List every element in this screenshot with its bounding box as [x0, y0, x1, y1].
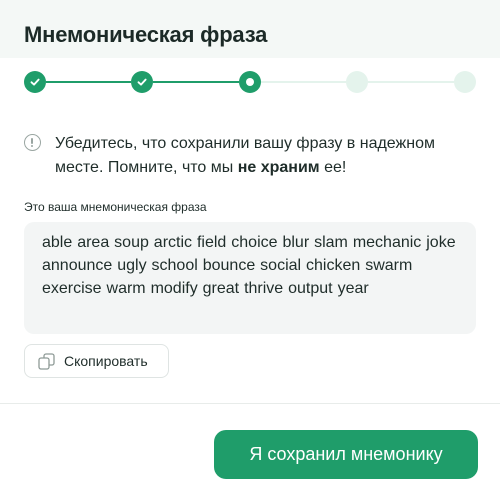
warning-text-end: ее! — [319, 159, 347, 176]
check-icon — [30, 78, 40, 86]
page-title: Мнемоническая фраза — [24, 22, 268, 47]
warning-text: Убедитесь, что сохранили вашу фразу в на… — [55, 132, 484, 180]
step-connector-3 — [261, 81, 346, 83]
check-icon — [137, 78, 147, 86]
step-5 — [454, 71, 476, 93]
step-1 — [24, 71, 46, 93]
step-connector-1 — [46, 81, 131, 83]
info-icon — [24, 134, 41, 151]
copy-icon — [38, 352, 55, 370]
warning-notice: Убедитесь, что сохранили вашу фразу в на… — [24, 132, 484, 180]
mnemonic-page: Мнемоническая фраза Убедитесь, что сохра… — [0, 0, 500, 480]
step-3 — [239, 71, 261, 93]
progress-stepper — [0, 58, 500, 106]
phrase-box[interactable]: able area soup arctic field choice blur … — [24, 222, 476, 334]
phrase-words[interactable]: able area soup arctic field choice blur … — [42, 231, 458, 300]
copy-button[interactable]: Скопировать — [24, 344, 169, 378]
divider — [0, 403, 500, 404]
step-connector-2 — [153, 81, 239, 83]
step-4 — [346, 71, 368, 93]
warning-text-bold: не храним — [237, 159, 320, 176]
phrase-label: Это ваша мнемоническая фраза — [24, 200, 207, 214]
copy-button-label: Скопировать — [64, 353, 148, 369]
dot-icon — [246, 78, 254, 86]
step-connector-4 — [368, 81, 454, 83]
header: Мнемоническая фраза — [0, 0, 500, 58]
step-2 — [131, 71, 153, 93]
confirm-saved-button[interactable]: Я сохранил мнемонику — [214, 430, 478, 479]
